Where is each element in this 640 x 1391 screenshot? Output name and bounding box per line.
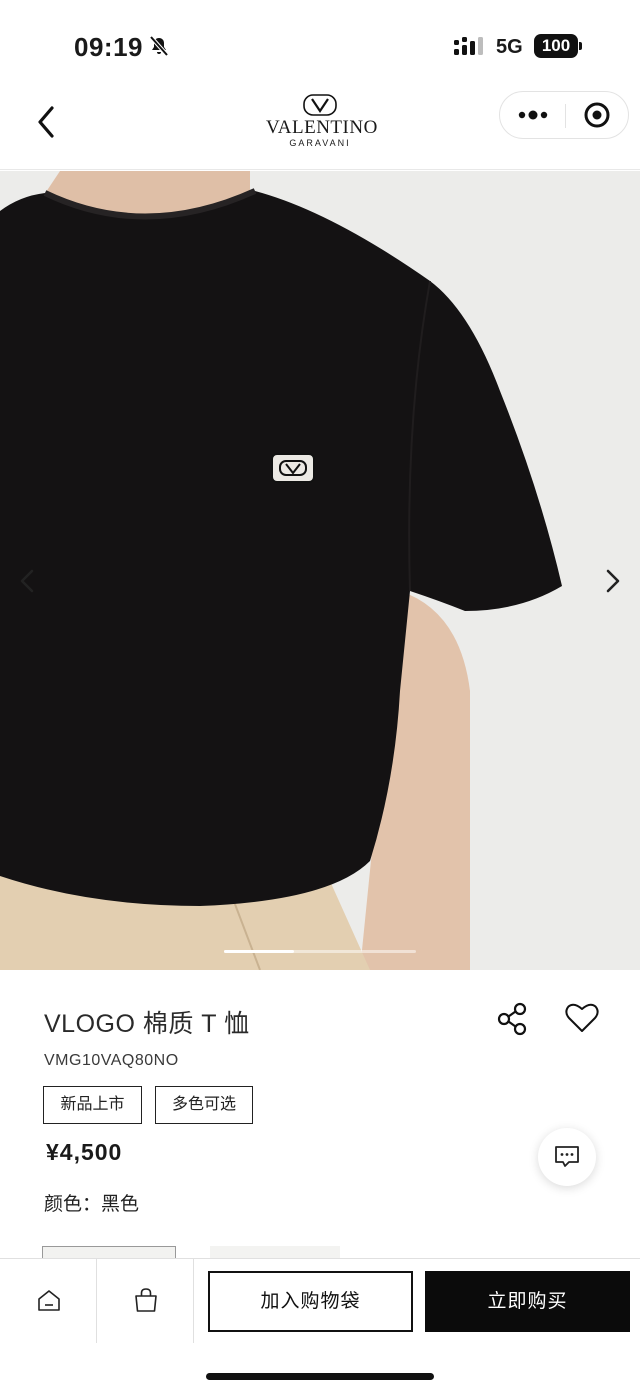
gallery-next-button[interactable] — [592, 561, 632, 601]
slide-indicator-active — [224, 950, 294, 953]
chevron-right-icon — [606, 569, 620, 593]
brand-logo: VALENTINO GARAVANI — [266, 94, 378, 160]
wishlist-button[interactable] — [562, 999, 602, 1037]
share-icon — [497, 1002, 527, 1036]
color-label-text: 颜色： — [44, 1194, 102, 1215]
chevron-left-icon — [20, 569, 34, 593]
gallery-prev-button[interactable] — [8, 561, 48, 601]
add-to-bag-button[interactable]: 加入购物袋 — [208, 1271, 413, 1332]
color-swatch-black[interactable] — [42, 1246, 176, 1258]
color-swatch-white[interactable] — [210, 1246, 340, 1258]
tag-multiple-colors: 多色可选 — [155, 1086, 253, 1124]
more-dots-icon — [518, 110, 548, 120]
bell-slash-icon — [149, 35, 169, 57]
close-miniprogram-button[interactable] — [566, 92, 630, 138]
battery-tip — [579, 42, 582, 50]
product-image-gallery[interactable] — [0, 171, 640, 970]
status-time: 09:19 — [74, 32, 143, 62]
product-title: VLOGO 棉质 T 恤 — [44, 1010, 250, 1038]
brand-sub: GARAVANI — [289, 138, 351, 148]
buy-now-button[interactable]: 立即购买 — [425, 1271, 630, 1332]
product-photo — [0, 171, 640, 970]
product-price: ¥4,500 — [46, 1139, 123, 1165]
slide-indicator — [224, 950, 416, 953]
network-label: 5G — [496, 36, 523, 58]
shopping-bag-button[interactable] — [97, 1259, 194, 1343]
bottom-action-bar: 加入购物袋 立即购买 — [0, 1258, 640, 1391]
valentino-v-logo-icon — [303, 94, 337, 116]
share-button[interactable] — [494, 1000, 532, 1038]
brand-name: VALENTINO — [266, 117, 378, 138]
customer-service-button[interactable] — [538, 1128, 596, 1186]
heart-icon — [565, 1003, 599, 1032]
color-value: 黑色 — [101, 1194, 140, 1215]
product-code: VMG10VAQ80NO — [44, 1052, 179, 1069]
mini-program-capsule — [499, 91, 629, 139]
shopping-bag-icon — [135, 1288, 157, 1312]
battery-icon: 100 — [534, 34, 578, 58]
color-label: 颜色：黑色 — [44, 1189, 139, 1216]
nav-bar: VALENTINO GARAVANI — [0, 90, 640, 170]
home-indicator — [206, 1373, 434, 1380]
chat-bubble-icon — [555, 1146, 579, 1167]
back-button[interactable] — [30, 98, 66, 142]
status-bar: 09:19 5G 100 — [0, 0, 640, 90]
more-button[interactable] — [500, 92, 564, 138]
tag-new-arrival: 新品上市 — [43, 1086, 142, 1124]
home-button[interactable] — [0, 1259, 97, 1343]
signal-icon — [454, 37, 483, 55]
chevron-left-icon — [38, 106, 54, 138]
target-close-icon — [584, 102, 610, 128]
home-icon — [38, 1290, 60, 1311]
